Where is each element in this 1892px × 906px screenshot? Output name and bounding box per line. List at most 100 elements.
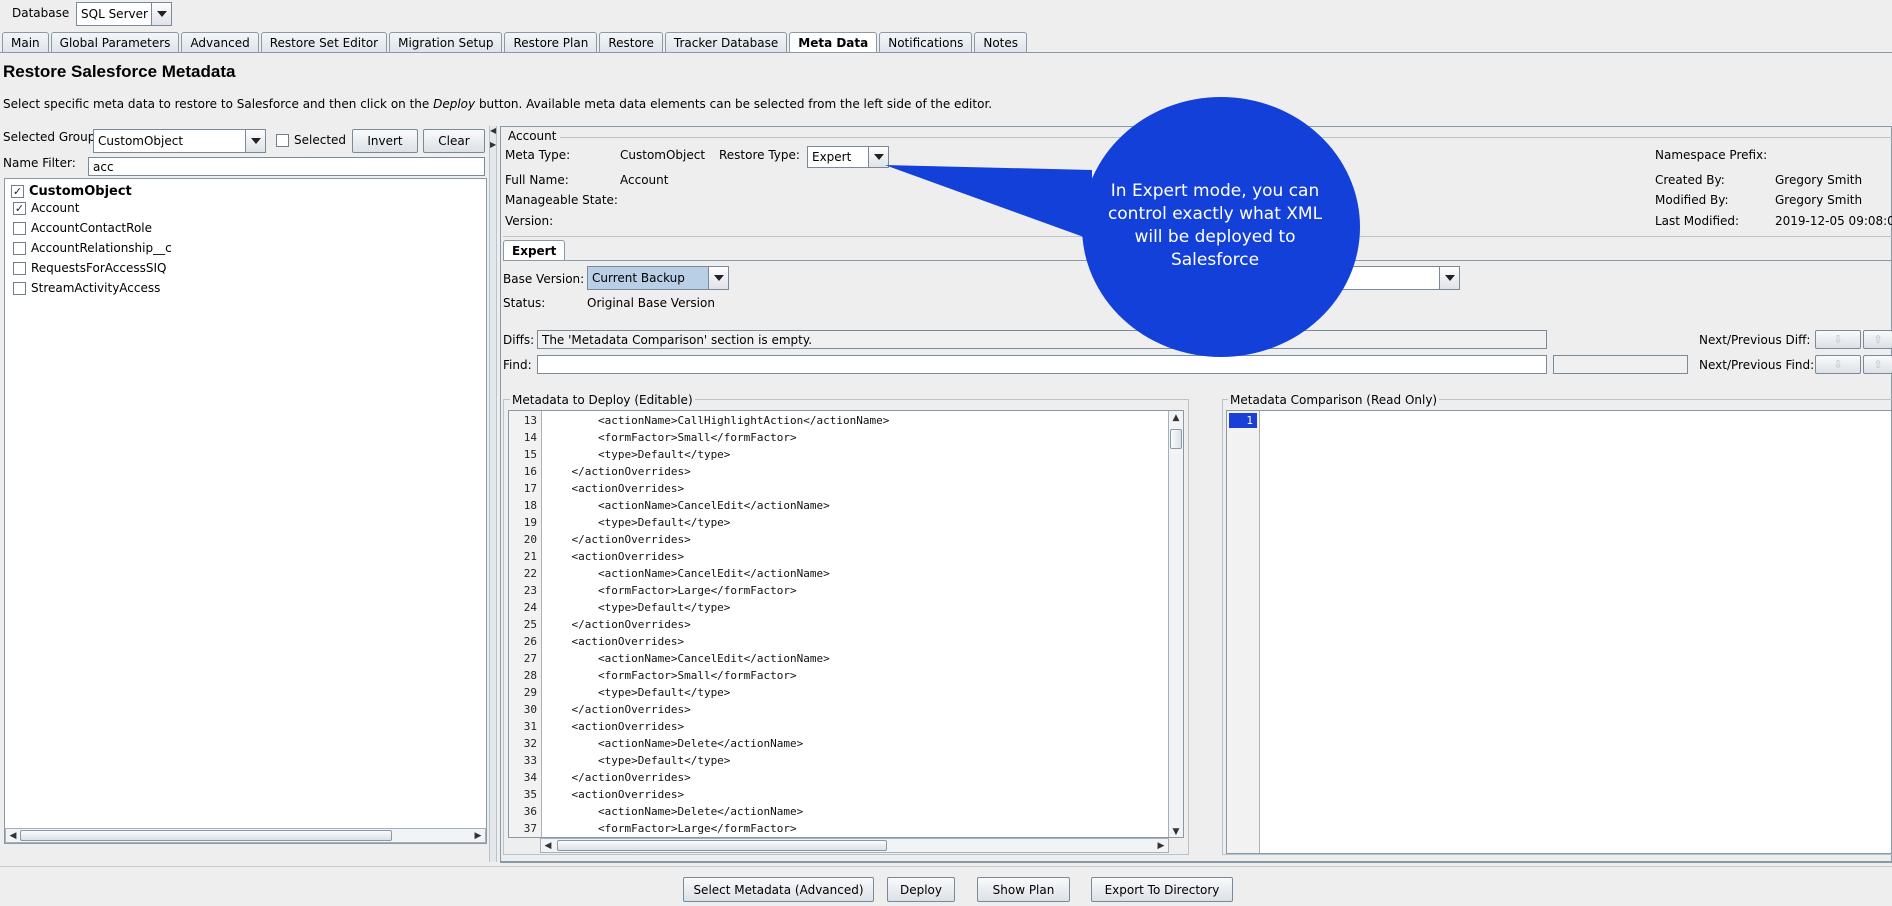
tab-expert[interactable]: Expert [503,240,566,261]
callout-pointer [885,165,1092,240]
tab-tracker-database[interactable]: Tracker Database [664,32,788,53]
tree-item[interactable]: RequestsForAccessSIQ [13,261,166,275]
base-version-select[interactable]: Current Backup [587,266,729,290]
line-text: </actionOverrides> [545,771,691,784]
show-plan-button[interactable]: Show Plan [977,877,1070,902]
line-number: 26 [523,635,537,648]
chevron-down-icon[interactable] [1439,267,1459,289]
callout-line-2: control exactly what XML [1107,204,1323,224]
scroll-thumb[interactable] [20,830,392,841]
editor-vertical-scrollbar[interactable]: ▲ ▼ [1168,411,1183,837]
previous-find-button[interactable]: ⇧ [1863,355,1892,374]
tab-advanced[interactable]: Advanced [181,32,259,53]
line-text: <actionName>CancelEdit</actionName> [545,567,830,580]
line-number: 13 [523,414,537,427]
tree-item-checkbox[interactable]: ✓ [13,201,26,215]
select-metadata-advanced-button[interactable]: Select Metadata (Advanced) [683,877,874,902]
tree-root-customobject[interactable]: ✓ CustomObject [11,184,132,199]
instructions-deploy-word: Deploy [433,97,476,111]
line-text: <actionOverrides> [545,550,685,563]
line-number: 31 [523,720,537,733]
chevron-down-icon[interactable] [708,267,728,289]
deploy-editor-title: Metadata to Deploy (Editable) [510,393,695,407]
line-number: 20 [523,533,537,546]
selected-checkbox[interactable] [276,134,289,147]
tree-item-checkbox[interactable] [13,241,26,255]
tree-item-checkbox[interactable] [13,221,26,235]
next-diff-button[interactable]: ⇩ [1815,330,1861,349]
splitter-left-icon[interactable]: ◀ [490,126,496,135]
scroll-thumb[interactable] [557,840,887,851]
next-previous-diff-label: Next/Previous Diff: [1699,333,1811,347]
line-number: 33 [523,754,537,767]
deploy-button[interactable]: Deploy [887,877,955,902]
tab-migration-setup[interactable]: Migration Setup [389,32,503,53]
left-horizontal-scrollbar[interactable]: ◀ ▶ [5,828,486,843]
line-number: 27 [523,652,537,665]
line-text: <actionOverrides> [545,635,685,648]
clear-button[interactable]: Clear [423,129,485,153]
line-text: <formFactor>Large</formFactor> [545,584,797,597]
tab-meta-data[interactable]: Meta Data [789,32,878,53]
panel-splitter[interactable]: ◀ ▶ [489,126,497,862]
scroll-left-icon[interactable]: ◀ [541,839,555,852]
line-number: 37 [523,822,537,835]
tree-item[interactable]: StreamActivityAccess [13,281,160,295]
line-text: <type>Default</type> [545,686,731,699]
tree-item-label: AccountRelationship__c [31,241,172,255]
line-number: 22 [523,567,537,580]
last-modified-value: 2019-12-05 09:08:02 [1775,214,1892,228]
line-number: 28 [523,669,537,682]
invert-button[interactable]: Invert [352,129,418,153]
line-number: 21 [523,550,537,563]
line-text: <actionOverrides> [545,482,685,495]
base-version-label: Base Version: [503,272,585,286]
tab-notifications[interactable]: Notifications [879,32,973,53]
editor-horizontal-scrollbar[interactable]: ◀ ▶ [540,838,1169,853]
instructions-prefix: Select specific meta data to restore to … [3,97,434,111]
line-text: <actionOverrides> [545,720,685,733]
tree-item-checkbox[interactable] [13,261,26,275]
tree-item[interactable]: ✓ Account [13,201,79,215]
scroll-down-icon[interactable]: ▼ [1169,825,1183,837]
splitter-right-icon[interactable]: ▶ [490,140,496,149]
database-select[interactable]: SQL Server [76,2,172,26]
database-select-value: SQL Server [81,7,148,21]
deploy-editor[interactable]: 13 <actionName>CallHighlightAction</acti… [508,410,1184,838]
tabs-divider [0,52,1892,53]
scroll-right-icon[interactable]: ▶ [1154,839,1168,852]
tab-main[interactable]: Main [2,32,49,53]
tab-restore-set-editor[interactable]: Restore Set Editor [260,32,388,53]
line-text: <actionName>CancelEdit</actionName> [545,499,830,512]
line-text: <actionOverrides> [545,788,685,801]
tree-root-label: CustomObject [29,184,132,199]
tab-notes[interactable]: Notes [974,32,1028,53]
scroll-right-icon[interactable]: ▶ [471,829,485,842]
chevron-down-icon[interactable] [151,3,171,25]
tree-root-checkbox[interactable]: ✓ [11,185,24,198]
chevron-down-icon[interactable] [245,130,265,152]
editor-scroll-thumb[interactable] [1170,429,1182,449]
last-modified-label: Last Modified: [1655,214,1740,228]
namespace-prefix-label: Namespace Prefix: [1655,148,1768,162]
tab-restore[interactable]: Restore [599,32,663,53]
created-by-value: Gregory Smith [1775,173,1863,187]
meta-type-value: CustomObject [620,148,706,162]
scroll-up-icon[interactable]: ▲ [1169,411,1183,425]
previous-diff-button[interactable]: ⇧ [1863,330,1892,349]
callout-line-4: Salesforce [1170,250,1260,270]
tree-item-label: Account [31,201,80,215]
compare-line-gutter [1227,411,1260,853]
selected-group-select[interactable]: CustomObject [93,129,266,153]
name-filter-input[interactable]: acc [88,157,485,176]
selected-checkbox-label: Selected [294,133,347,147]
next-find-button[interactable]: ⇩ [1815,355,1861,374]
tree-item-checkbox[interactable] [13,281,26,295]
export-to-directory-button[interactable]: Export To Directory [1091,877,1233,902]
tab-global-parameters[interactable]: Global Parameters [50,32,180,53]
tree-item[interactable]: AccountRelationship__c [13,241,172,255]
scroll-left-icon[interactable]: ◀ [6,829,20,842]
restore-type-label: Restore Type: [719,148,800,162]
tree-item[interactable]: AccountContactRole [13,221,152,235]
tab-restore-plan[interactable]: Restore Plan [504,32,598,53]
